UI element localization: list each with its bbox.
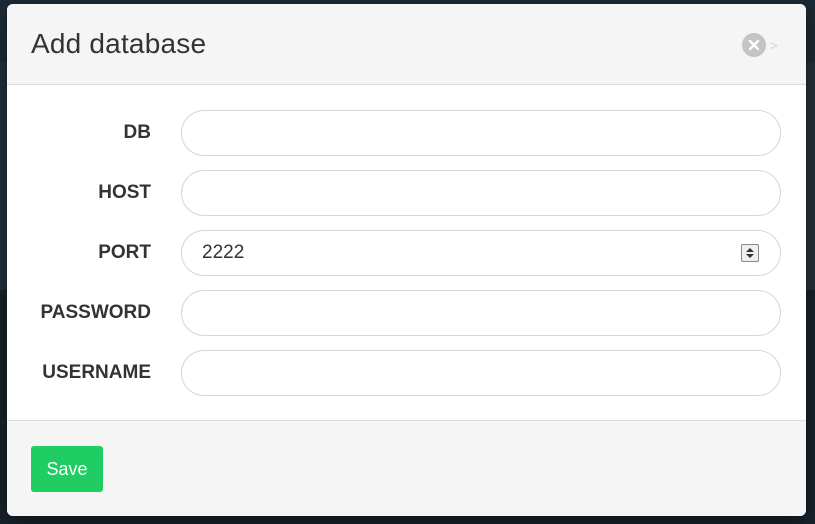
port-label: PORT: [98, 242, 151, 263]
dialog-header: Add database >: [7, 4, 806, 85]
form-row-password: PASSWORD: [7, 290, 806, 336]
username-label: USERNAME: [42, 362, 151, 383]
save-button[interactable]: Save: [31, 446, 103, 492]
dialog-footer: Save: [7, 420, 806, 516]
form-row-port: PORT: [7, 230, 806, 276]
host-label: HOST: [98, 182, 151, 203]
form-row-db: DB: [7, 110, 806, 156]
db-input[interactable]: [181, 110, 781, 156]
port-input[interactable]: [181, 230, 781, 276]
form-row-host: HOST: [7, 170, 806, 216]
dialog-body: DB HOST PORT PASSWORD USERNAME: [7, 86, 806, 420]
password-label: PASSWORD: [40, 302, 151, 323]
close-icon[interactable]: [742, 33, 766, 57]
stepper-up-icon[interactable]: [746, 248, 754, 252]
stepper-down-icon[interactable]: [746, 254, 754, 258]
form-row-username: USERNAME: [7, 350, 806, 396]
host-input[interactable]: [181, 170, 781, 216]
chevron-right-icon: >: [770, 38, 778, 53]
port-stepper[interactable]: [741, 244, 759, 262]
dialog-title: Add database: [31, 28, 207, 59]
username-input[interactable]: [181, 350, 781, 396]
db-label: DB: [123, 122, 151, 143]
password-input[interactable]: [181, 290, 781, 336]
add-database-dialog: Add database > DB HOST PORT PASSWORD: [7, 4, 806, 516]
